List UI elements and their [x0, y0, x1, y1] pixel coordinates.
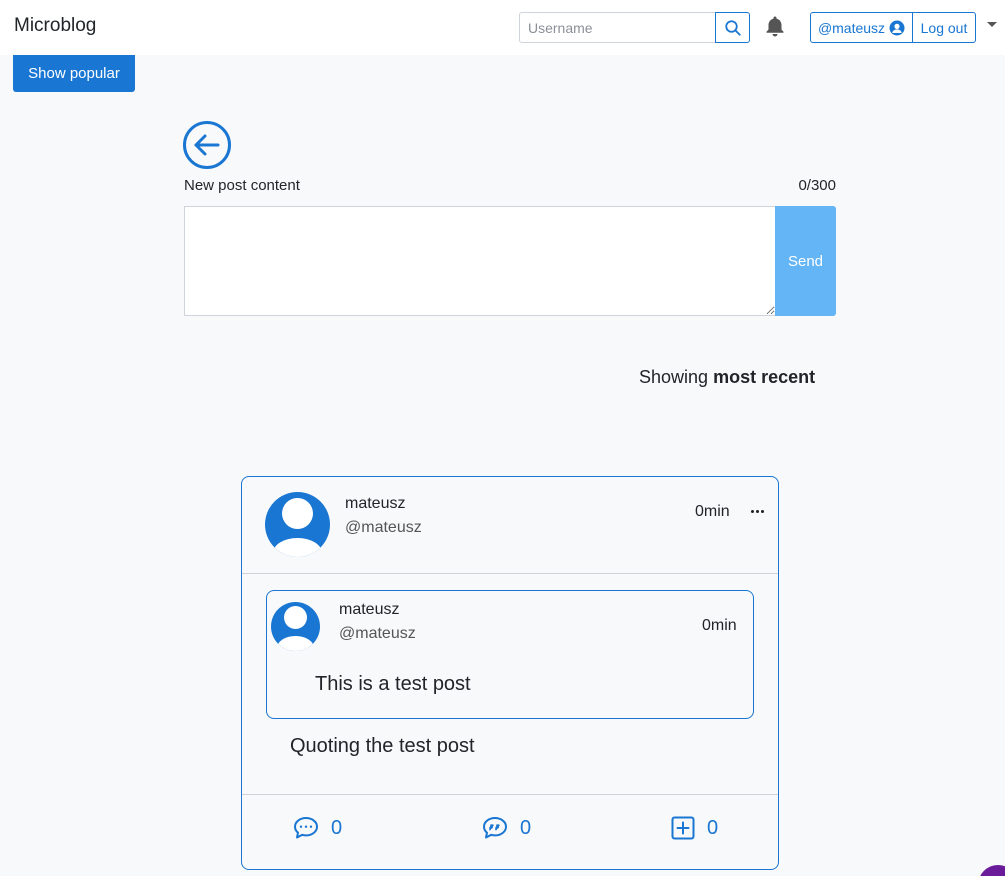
post-author-handle[interactable]: @mateusz [345, 519, 422, 537]
new-post-textarea[interactable] [184, 206, 776, 316]
showing-prefix: Showing [639, 367, 709, 387]
comment-count: 0 [331, 816, 343, 839]
floating-action-button[interactable] [978, 865, 1005, 876]
notifications-button[interactable] [764, 14, 786, 38]
quote-count: 0 [520, 816, 532, 839]
navbar: Microblog @mateusz Log out [0, 0, 1005, 55]
logout-button[interactable]: Log out [912, 12, 976, 43]
show-popular-button[interactable]: Show popular [13, 55, 135, 92]
char-counter: 0/300 [798, 177, 836, 194]
dropdown-caret-icon[interactable] [987, 22, 997, 27]
post-time: 0min [695, 503, 730, 520]
post-card: mateusz @mateusz 0min mateusz @mateusz 0… [241, 476, 779, 870]
feed-mode-indicator: Showing most recent [639, 367, 815, 388]
quoted-author-handle[interactable]: @mateusz [339, 625, 416, 643]
plus-square-icon [671, 816, 695, 840]
brand-logo[interactable]: Microblog [14, 15, 96, 37]
showing-mode[interactable]: most recent [713, 367, 815, 387]
send-button[interactable]: Send [775, 206, 836, 316]
post-more-button[interactable] [749, 507, 765, 515]
bell-icon [766, 16, 784, 37]
arrow-left-circle-icon [183, 121, 231, 169]
back-button[interactable] [183, 121, 231, 169]
search-button[interactable] [715, 12, 750, 43]
quoted-post[interactable]: mateusz @mateusz 0min This is a test pos… [266, 590, 754, 719]
post-text: Quoting the test post [290, 735, 475, 757]
comment-button[interactable]: 0 [293, 810, 342, 846]
post-author-name[interactable]: mateusz [345, 495, 405, 513]
divider [242, 794, 778, 795]
quoted-post-text: This is a test post [315, 673, 471, 695]
quote-bubble-icon [483, 817, 507, 839]
quoted-post-time: 0min [702, 617, 737, 634]
search-icon [724, 19, 741, 36]
divider [242, 573, 778, 574]
avatar[interactable] [265, 492, 330, 557]
search-input[interactable] [519, 12, 716, 43]
repost-count: 0 [707, 816, 719, 839]
quoted-author-name[interactable]: mateusz [339, 601, 399, 619]
comment-dots-icon [294, 817, 318, 839]
new-post-label: New post content [184, 177, 300, 194]
avatar[interactable] [271, 602, 320, 651]
user-profile-button[interactable]: @mateusz [810, 12, 913, 43]
quote-button[interactable]: 0 [482, 810, 531, 846]
user-icon [889, 20, 905, 35]
ellipsis-icon [750, 509, 754, 513]
repost-button[interactable]: 0 [671, 810, 718, 846]
user-button-label: @mateusz [817, 19, 886, 36]
